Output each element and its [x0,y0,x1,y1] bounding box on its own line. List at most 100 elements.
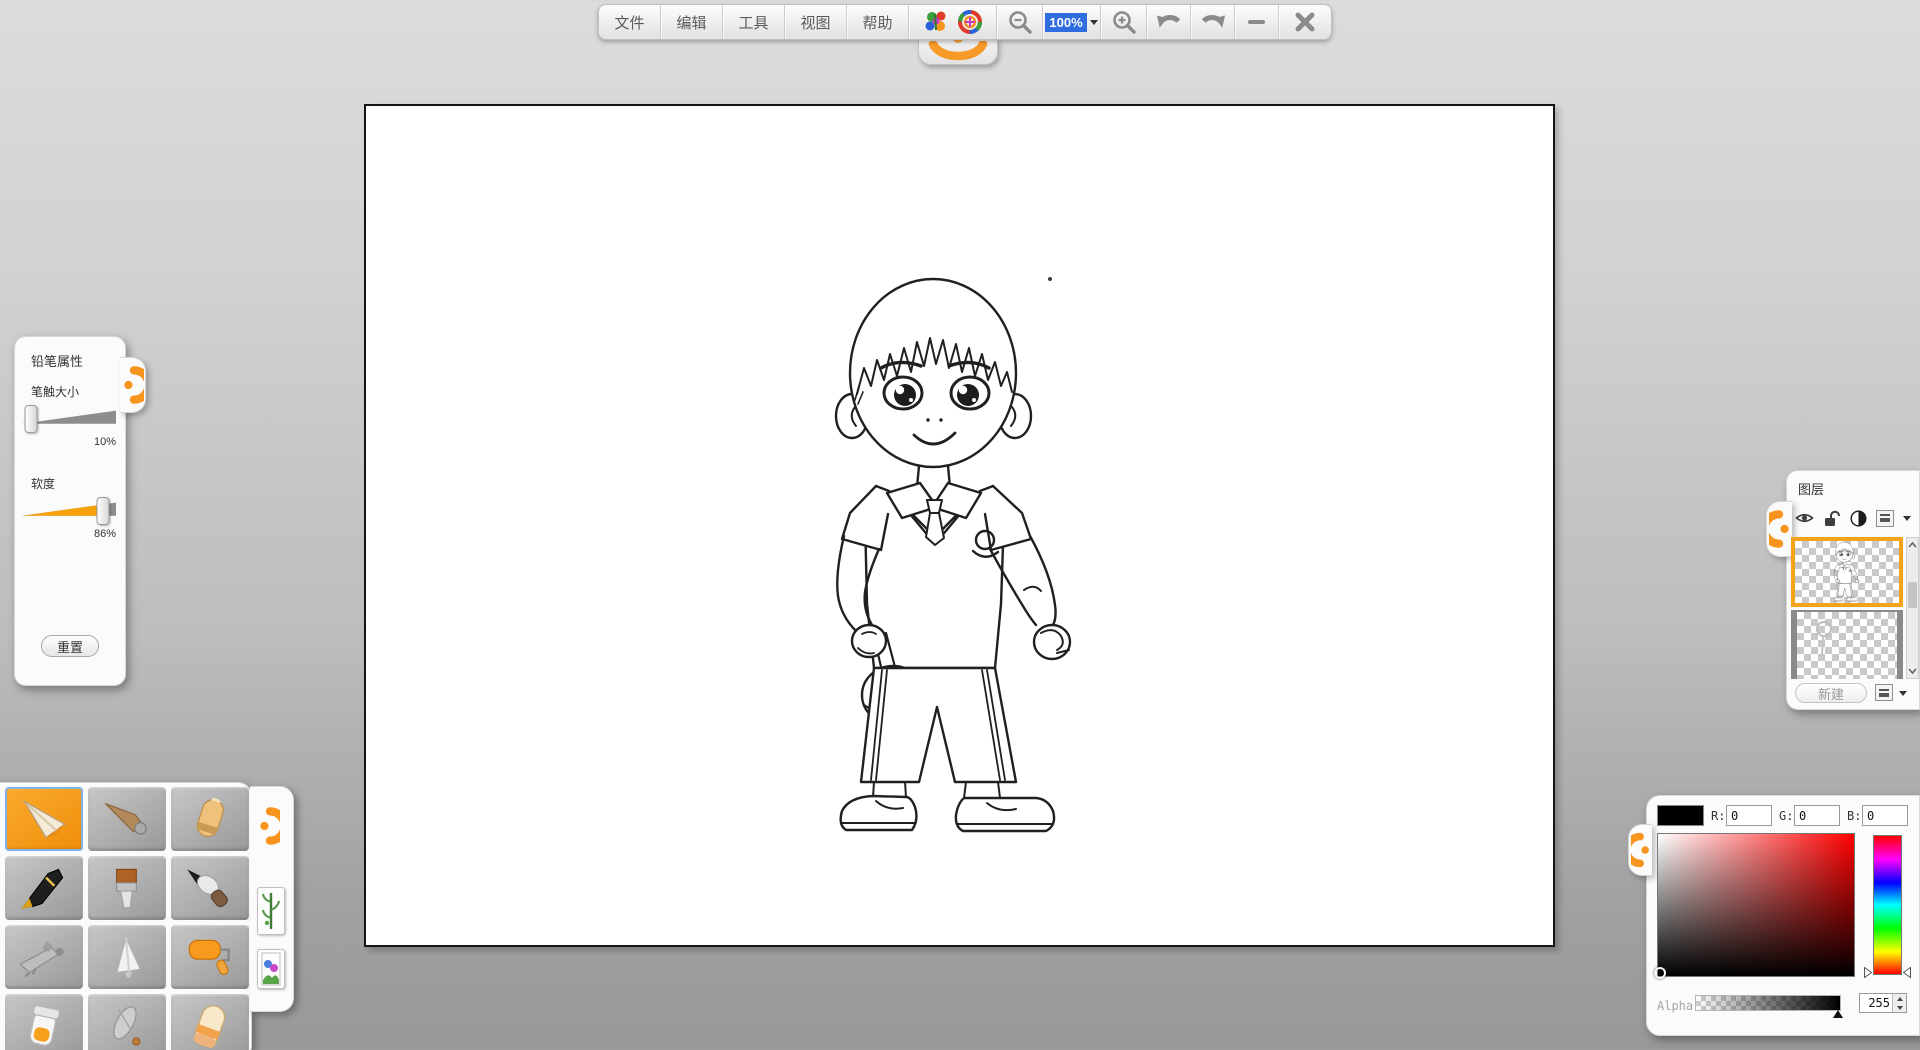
paint-jar-icon [15,1003,73,1049]
mascot-chin [918,38,998,65]
close-button[interactable] [1279,5,1330,39]
fountain-pen-icon [15,865,73,911]
g-label: G: [1779,809,1793,823]
current-color-swatch[interactable] [1657,805,1704,826]
brush-size-label: 笔触大小 [31,383,79,400]
mascot-face [909,5,997,39]
nature-brushes-preview-button[interactable] [257,887,285,935]
layer-icon-row [1795,507,1913,529]
color-panel-handle[interactable] [1628,824,1652,876]
layer-visibility-eye-icon[interactable] [1795,511,1814,525]
minimize-button[interactable] [1235,5,1279,39]
panel-handle-icon [258,803,280,849]
menu-help[interactable]: 帮助 [847,5,909,39]
hue-marker-right[interactable] [1903,967,1911,978]
brush-size-slider-thumb[interactable] [25,405,38,433]
tool-palette-side-tab [250,786,294,1012]
tool-paint-roller[interactable] [171,925,249,989]
tool-airbrush[interactable] [5,925,83,989]
quill-pen-icon [98,1003,156,1049]
tool-charcoal-stick[interactable] [88,787,166,851]
layer-menu-caret-icon[interactable] [1903,516,1911,521]
minimize-icon [1248,20,1265,25]
brush-size-slider[interactable] [22,405,116,433]
tool-pencil[interactable] [5,787,83,851]
tool-chinese-brush[interactable] [171,856,249,920]
menu-tools[interactable]: 工具 [723,5,785,39]
layer-opacity-half-circle-icon[interactable] [1850,510,1867,527]
pencil-icon [15,796,73,842]
b-input[interactable] [1862,805,1908,826]
tool-palette-knife[interactable] [88,925,166,989]
saturation-value-square[interactable] [1657,833,1855,977]
mascot-right-eye-icon[interactable] [956,8,984,36]
alpha-value-input[interactable] [1860,994,1892,1012]
stamp-pictures-preview-button[interactable] [257,949,285,989]
redo-button[interactable] [1191,5,1235,39]
softness-value: 86% [22,528,116,540]
undo-button[interactable] [1147,5,1191,39]
hue-marker-left[interactable] [1864,967,1872,978]
tool-palette-handle[interactable] [258,803,280,849]
alpha-spinner [1859,993,1907,1013]
softness-slider-fill [22,501,103,521]
tool-quill-pen[interactable] [88,994,166,1050]
layer-options-button[interactable] [1875,684,1893,701]
charcoal-stick-icon [98,796,156,842]
layer-2-thumbnail-art [1811,618,1837,664]
tool-eraser[interactable] [171,994,249,1050]
scrollbar-thumb[interactable] [1908,582,1917,608]
alpha-spin-up-icon[interactable] [1893,994,1906,1003]
softness-slider-thumb[interactable] [96,497,109,525]
hue-bar[interactable] [1873,835,1902,975]
r-input[interactable] [1726,805,1772,826]
brush-size-value: 10% [22,436,116,448]
menu-edit[interactable]: 编辑 [661,5,723,39]
mascot-left-eye-icon[interactable] [922,8,950,36]
tool-grid [5,787,251,1050]
airbrush-icon [15,934,73,980]
zoom-in-button[interactable] [1101,5,1147,39]
paint-roller-icon [181,934,239,980]
tool-crayon[interactable] [171,787,249,851]
zoom-out-button[interactable] [997,5,1043,39]
zoom-level-combo[interactable]: 100% [1043,5,1101,39]
list-lines-icon [1880,514,1890,522]
zoom-dropdown-caret-icon[interactable] [1090,20,1098,25]
menu-view[interactable]: 视图 [785,5,847,39]
g-input[interactable] [1794,805,1840,826]
menu-file[interactable]: 文件 [599,5,661,39]
pencil-panel-handle[interactable] [120,357,146,413]
redo-icon [1199,9,1227,35]
drawing-canvas[interactable] [364,104,1555,947]
alpha-slider[interactable] [1695,995,1841,1011]
zoom-out-icon [1007,9,1033,35]
flat-brush-icon [98,865,156,911]
layer-list [1791,537,1903,679]
zoom-level-value[interactable]: 100% [1045,13,1086,32]
layer-row-2[interactable] [1791,610,1903,679]
tool-fountain-pen[interactable] [5,856,83,920]
layer-menu-button[interactable] [1876,510,1894,527]
tool-paint-jar[interactable] [5,994,83,1050]
reset-button[interactable]: 重置 [41,635,99,657]
panel-handle-icon [122,362,144,408]
sv-selector-ring[interactable] [1654,967,1666,979]
alpha-spin-down-icon[interactable] [1893,1003,1906,1012]
softness-label: 软度 [31,475,55,492]
b-label: B: [1847,809,1861,823]
layer-scrollbar[interactable] [1906,537,1919,679]
softness-slider[interactable] [22,497,116,525]
layer-options-caret-icon[interactable] [1899,691,1907,696]
scroll-down-icon[interactable] [1907,664,1918,678]
layers-panel-handle[interactable] [1766,501,1792,557]
scroll-up-icon[interactable] [1907,538,1918,552]
layer-row-1[interactable] [1791,537,1903,607]
zoom-in-icon [1111,9,1137,35]
pencil-properties-panel: 铅笔属性 笔触大小 10% 软度 86% 重置 [14,336,126,686]
stamp-picture-icon [261,952,281,986]
layer-lock-open-icon[interactable] [1823,510,1841,527]
tool-flat-brush[interactable] [88,856,166,920]
alpha-marker[interactable] [1833,1010,1843,1018]
new-layer-button[interactable]: 新建 [1795,683,1867,703]
